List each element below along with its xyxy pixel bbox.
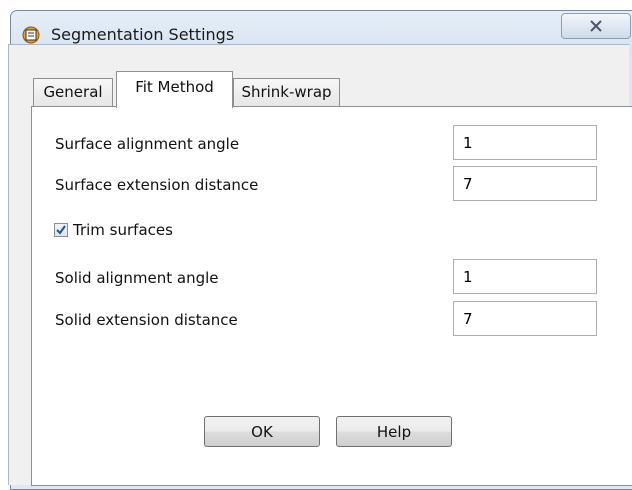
solid-alignment-angle-input[interactable] [453,259,597,294]
trim-surfaces-label[interactable]: Trim surfaces [73,221,173,239]
tab-fit-method[interactable]: Fit Method [116,71,233,108]
app-icon [21,24,41,44]
solid-extension-distance-label: Solid extension distance [55,311,238,329]
window-title: Segmentation Settings [51,25,235,44]
surface-extension-distance-input[interactable] [453,166,597,201]
surface-alignment-angle-input[interactable] [453,125,597,160]
tab-general[interactable]: General [33,78,113,106]
tab-panel [31,106,632,486]
solid-extension-distance-input[interactable] [453,301,597,336]
close-button[interactable] [561,13,631,39]
solid-alignment-angle-label: Solid alignment angle [55,269,219,287]
tab-shrink-wrap[interactable]: Shrink-wrap [233,78,340,106]
ok-button[interactable]: OK [204,416,320,447]
trim-surfaces-checkbox[interactable] [54,223,68,237]
surface-extension-distance-label: Surface extension distance [55,176,259,194]
close-icon [590,20,602,32]
help-button[interactable]: Help [336,416,452,447]
surface-alignment-angle-label: Surface alignment angle [55,135,240,153]
checkmark-icon [56,225,66,235]
